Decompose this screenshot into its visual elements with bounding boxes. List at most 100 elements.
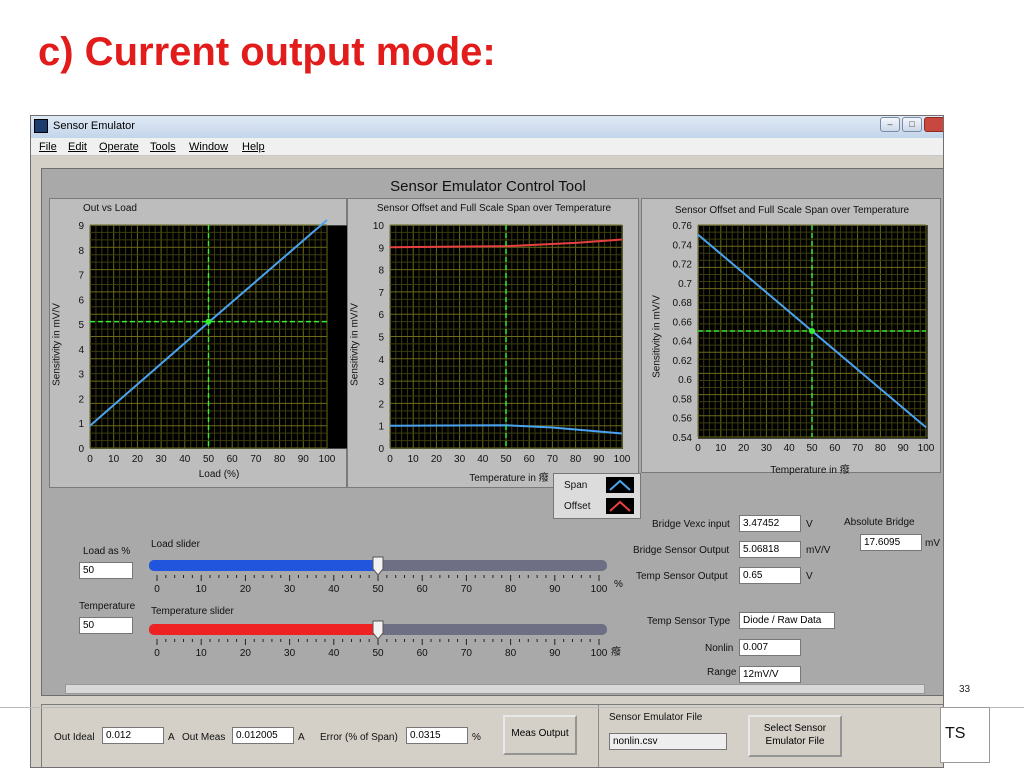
out-ideal-label: Out Ideal — [54, 732, 95, 743]
slider-thumb[interactable] — [372, 556, 384, 576]
y-tick-label: 6 — [78, 295, 84, 306]
slider-graphic[interactable]: 0 10 20 30 40 50 60 70 80 90 100 — [149, 556, 611, 596]
load-slider[interactable]: 0 10 20 30 40 50 60 70 80 90 100 — [149, 556, 611, 596]
x-tick-label: 60 — [829, 443, 841, 454]
y-tick-label: 9 — [378, 243, 384, 254]
y-tick-label: 9 — [78, 221, 84, 232]
load-slider-unit: % — [614, 579, 623, 590]
meas-output-button[interactable]: Meas Output — [503, 715, 577, 755]
x-tick-label: 70 — [250, 454, 262, 465]
y-tick-label: 1 — [78, 419, 84, 430]
temperature-label: Temperature — [79, 601, 136, 612]
y-tick-label: 0.68 — [673, 298, 693, 309]
temp-output-value: 0.65 — [739, 567, 801, 584]
out-ideal-unit: A — [168, 732, 175, 743]
y-tick-label: 0.72 — [673, 260, 693, 271]
x-tick-label: 100 — [614, 454, 631, 465]
x-tick-label: 0 — [87, 454, 93, 465]
error-value: 0.0315 — [406, 727, 468, 744]
x-tick-label: 20 — [132, 454, 144, 465]
y-tick-label: 8 — [78, 246, 84, 257]
y-tick-label: 0.54 — [673, 433, 693, 444]
slider-tick-label: 60 — [417, 584, 429, 595]
y-tick-label: 7 — [378, 288, 384, 299]
x-tick-label: 50 — [203, 454, 215, 465]
y-tick-label: 0.76 — [673, 221, 693, 232]
y-tick-label: 0.64 — [673, 337, 693, 348]
temperature-slider[interactable]: 0 10 20 30 40 50 60 70 80 90 100 — [149, 620, 611, 660]
select-sensor-file-button[interactable]: Select Sensor Emulator File — [748, 715, 842, 757]
abs-bridge-value: 17.6095 — [860, 534, 922, 551]
slider-tick-label: 30 — [284, 648, 296, 659]
slider-thumb[interactable] — [372, 620, 384, 640]
slider-tick-label: 20 — [240, 584, 252, 595]
slider-tick-label: 100 — [591, 584, 608, 595]
y-tick-label: 0.7 — [678, 279, 692, 290]
x-tick-label: 80 — [570, 454, 582, 465]
x-tick-label: 20 — [431, 454, 443, 465]
slider-tick-label: 60 — [417, 648, 429, 659]
y-tick-label: 0 — [378, 444, 384, 455]
load-pct-input[interactable]: 50 — [79, 562, 133, 579]
sensor-file-path[interactable]: nonlin.csv — [609, 733, 727, 750]
x-tick-label: 30 — [761, 443, 773, 454]
temp-output-unit: V — [806, 571, 813, 582]
page-number: 33 — [959, 684, 971, 695]
slider-tick-label: 30 — [284, 584, 296, 595]
out-ideal-value: 0.012 — [102, 727, 164, 744]
out-meas-label: Out Meas — [182, 732, 226, 743]
y-tick-label: 0.62 — [673, 356, 693, 367]
slider-tick-label: 70 — [461, 648, 473, 659]
y-tick-label: 4 — [78, 345, 84, 356]
temp-output-label: Temp Sensor Output — [636, 571, 728, 582]
slider-tick-label: 50 — [372, 584, 384, 595]
y-tick-label: 2 — [378, 399, 384, 410]
slider-tick-label: 90 — [549, 584, 561, 595]
x-tick-label: 0 — [695, 443, 701, 454]
x-tick-label: 20 — [738, 443, 750, 454]
x-tick-label: 40 — [477, 454, 489, 465]
y-tick-label: 8 — [378, 266, 384, 277]
y-tick-label: 3 — [78, 370, 84, 381]
panel-divider — [598, 705, 599, 767]
nonlin-label: Nonlin — [705, 643, 734, 654]
y-tick-label: 0.58 — [673, 394, 693, 405]
x-tick-label: 60 — [227, 454, 239, 465]
horizontal-scrollbar[interactable] — [65, 684, 925, 694]
abs-bridge-unit: mV — [925, 538, 940, 549]
abs-bridge-label: Absolute Bridge — [844, 517, 915, 528]
out-meas-value: 0.012005 — [232, 727, 294, 744]
temp-type-value: Diode / Raw Data — [739, 612, 835, 629]
temp-type-label: Temp Sensor Type — [647, 616, 731, 627]
x-tick-label: 80 — [875, 443, 887, 454]
y-tick-label: 2 — [78, 394, 84, 405]
slider-fill — [149, 624, 378, 635]
x-tick-label: 30 — [454, 454, 466, 465]
slider-tick-label: 80 — [505, 584, 517, 595]
out-meas-unit: A — [298, 732, 305, 743]
bridge-output-unit: mV/V — [806, 545, 831, 556]
footer-text: TS — [945, 725, 966, 742]
y-tick-label: 5 — [78, 320, 84, 331]
x-tick-label: 70 — [547, 454, 559, 465]
error-unit: % — [472, 732, 481, 743]
slider-tick-label: 0 — [154, 584, 160, 595]
slider-tick-label: 90 — [549, 648, 561, 659]
legend-offset-label: Offset — [564, 501, 591, 512]
y-tick-label: 7 — [78, 271, 84, 282]
slider-graphic[interactable]: 0 10 20 30 40 50 60 70 80 90 100 — [149, 620, 611, 660]
x-tick-label: 100 — [918, 443, 935, 454]
range-value: 12mV/V — [739, 666, 801, 683]
x-tick-label: 10 — [408, 454, 420, 465]
legend-offset-swatch — [606, 498, 634, 514]
y-tick-label: 6 — [378, 310, 384, 321]
cursor-point — [809, 328, 815, 334]
temperature-slider-unit: 癈 — [611, 647, 621, 658]
y-tick-label: 1 — [378, 422, 384, 433]
sensor-file-label: Sensor Emulator File — [609, 712, 703, 723]
temperature-input[interactable]: 50 — [79, 617, 133, 634]
y-tick-label: 5 — [378, 333, 384, 344]
output-panel: Out Ideal 0.012 A Out Meas 0.012005 A Er… — [41, 704, 943, 767]
bridge-output-label: Bridge Sensor Output — [633, 545, 730, 556]
temperature-slider-label: Temperature slider — [151, 606, 234, 617]
